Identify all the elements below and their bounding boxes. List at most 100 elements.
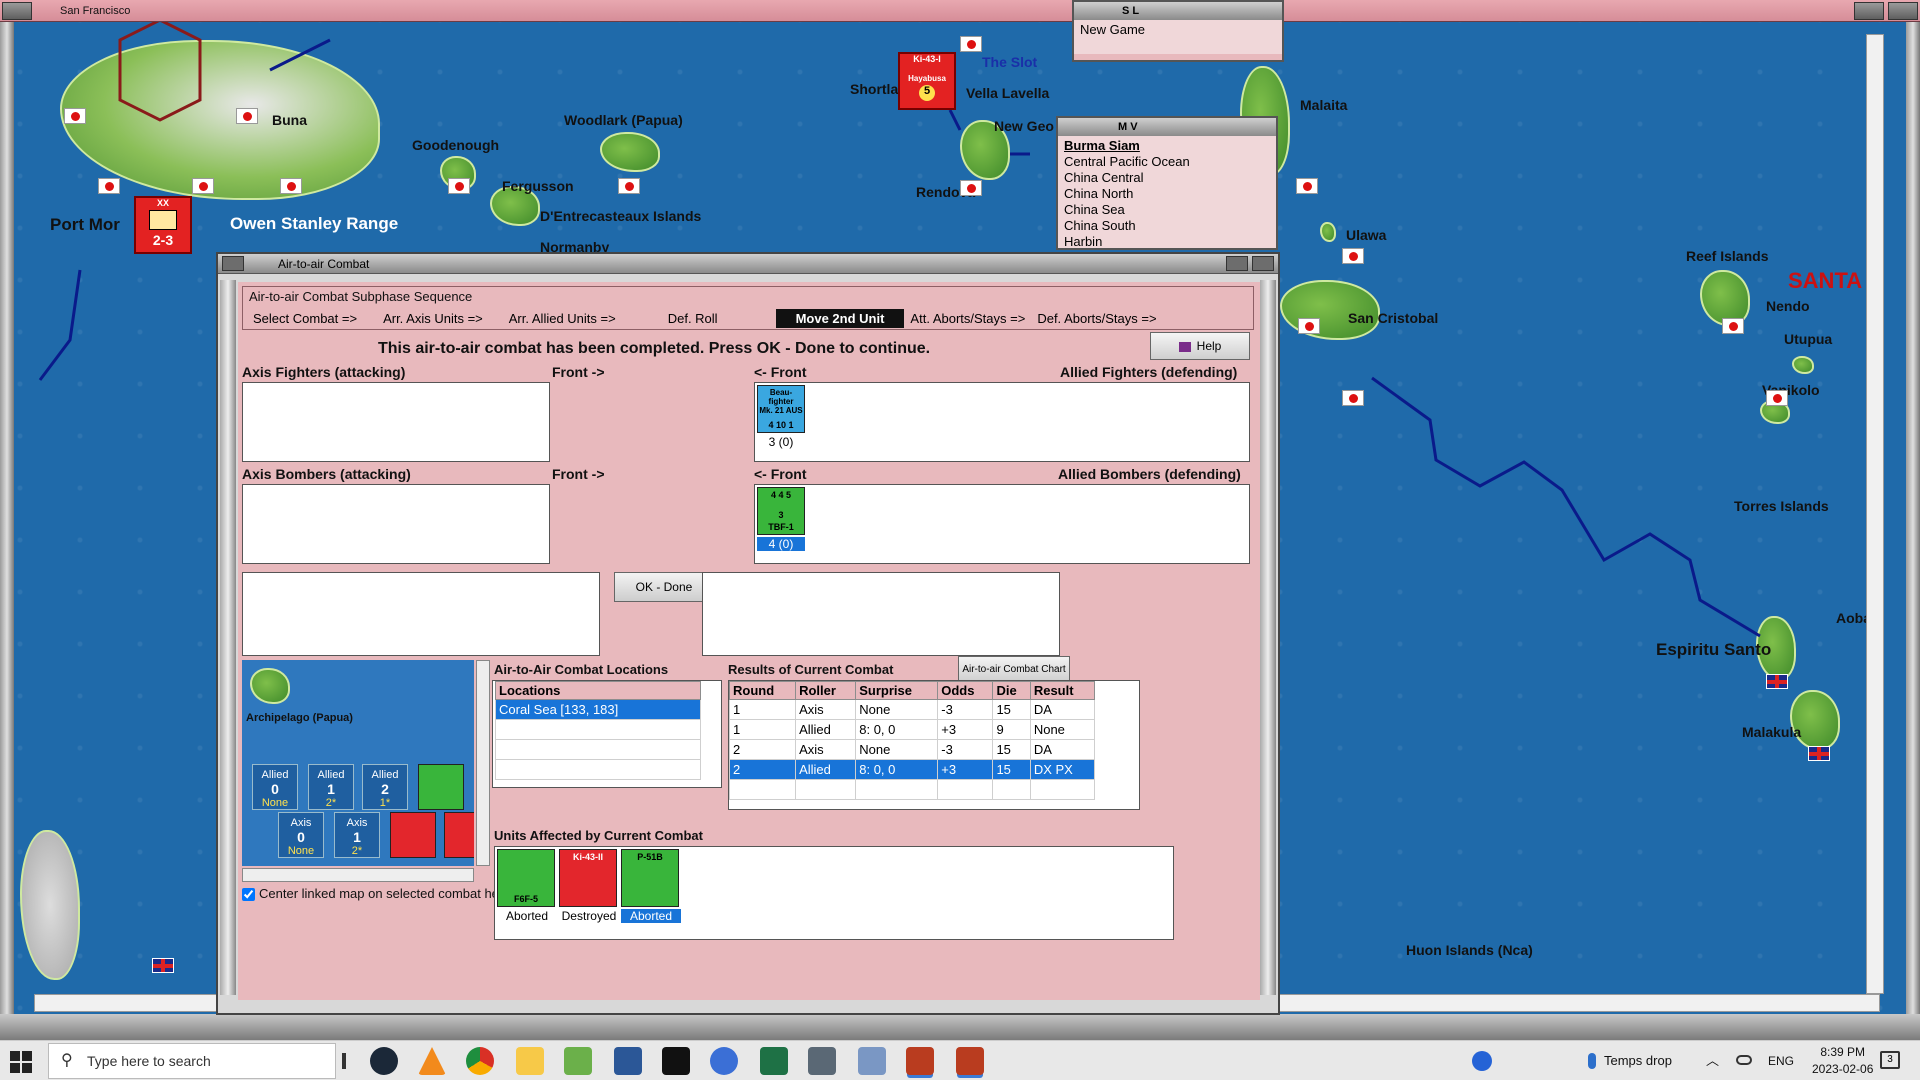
minimap-ship-unit[interactable] bbox=[418, 764, 464, 810]
counter-bottom: 5 bbox=[919, 85, 935, 101]
minimap-horizontal-scrollbar[interactable] bbox=[242, 868, 474, 882]
steam-icon[interactable] bbox=[370, 1047, 398, 1075]
mv-item-central-pacific[interactable]: Central Pacific Ocean bbox=[1064, 154, 1270, 170]
window-control-button[interactable] bbox=[1854, 2, 1884, 20]
ki-43-ii-status: Destroyed bbox=[561, 909, 617, 923]
file-explorer-icon[interactable] bbox=[516, 1047, 544, 1075]
network-icon[interactable] bbox=[1736, 1055, 1752, 1065]
mv-list: Burma Siam Central Pacific Ocean China C… bbox=[1058, 136, 1276, 248]
tbf-1-unit[interactable]: 4 4 5 3 TBF-1 bbox=[757, 487, 805, 535]
ki-43-ii-unit[interactable]: Ki-43-II bbox=[559, 849, 617, 907]
linked-minimap[interactable]: Archipelago (Papua) Allied 0 None Allied… bbox=[242, 660, 474, 866]
media-player-icon[interactable] bbox=[710, 1047, 738, 1075]
location-row[interactable]: Coral Sea [133, 183] bbox=[495, 699, 701, 720]
vlc-icon[interactable] bbox=[418, 1047, 446, 1075]
results-list[interactable]: Round Roller Surprise Odds Die Result 1 … bbox=[728, 680, 1140, 810]
jp-flag-icon bbox=[236, 108, 258, 124]
chrome-icon[interactable] bbox=[466, 1047, 494, 1075]
netflix-icon[interactable] bbox=[662, 1047, 690, 1075]
count-value: 1 bbox=[327, 781, 335, 797]
allied-count-1: Allied 1 2* bbox=[308, 764, 354, 810]
result-empty-row bbox=[729, 779, 1096, 800]
axis-bombers-box[interactable] bbox=[242, 484, 550, 564]
dialog-menu-button[interactable] bbox=[222, 256, 244, 271]
minimap-sub-unit[interactable] bbox=[390, 812, 436, 858]
allied-bombers-label: Allied Bombers (defending) bbox=[1058, 466, 1241, 482]
army-counter[interactable]: XX 2-3 bbox=[134, 196, 192, 254]
mv-item-china-sea[interactable]: China Sea bbox=[1064, 202, 1270, 218]
weather-icon[interactable] bbox=[1588, 1053, 1596, 1069]
cell: +3 bbox=[937, 759, 994, 780]
map-vertical-scrollbar[interactable] bbox=[1866, 34, 1884, 994]
cell: 9 bbox=[992, 719, 1031, 740]
locations-list[interactable]: Locations Coral Sea [133, 183] bbox=[492, 680, 722, 788]
aircraft-counter[interactable]: Ki-43-I Hayabusa 5 bbox=[898, 52, 956, 110]
mv-item-china-central[interactable]: China Central bbox=[1064, 170, 1270, 186]
result-row[interactable]: 1 Allied 8: 0, 0 +3 9 None bbox=[729, 719, 1096, 740]
task-view-icon[interactable] bbox=[342, 1053, 346, 1069]
axis-fighters-box[interactable] bbox=[242, 382, 550, 462]
allied-count-2: Allied 2 1* bbox=[362, 764, 408, 810]
sl-item-new-game[interactable]: New Game bbox=[1080, 22, 1276, 38]
cell: DA bbox=[1029, 699, 1096, 720]
system-menu-button[interactable] bbox=[2, 2, 32, 20]
center-map-checkbox[interactable] bbox=[242, 888, 255, 902]
affected-units-box[interactable]: F6F-5 Aborted Ki-43-II Destroyed P-51B A… bbox=[494, 846, 1174, 940]
help-circle-icon[interactable] bbox=[1472, 1051, 1492, 1071]
count-value: 0 bbox=[297, 829, 305, 845]
mv-item-china-south[interactable]: China South bbox=[1064, 218, 1270, 234]
cell: 15 bbox=[992, 759, 1031, 780]
word-icon[interactable] bbox=[614, 1047, 642, 1075]
counter-top: Ki-43-I bbox=[913, 54, 941, 64]
sequence-steps: Select Combat => Arr. Axis Units => Arr.… bbox=[243, 309, 1255, 328]
weather-text[interactable]: Temps drop bbox=[1604, 1041, 1672, 1080]
game-app-icon[interactable] bbox=[906, 1047, 934, 1075]
window-app-icon[interactable] bbox=[858, 1047, 886, 1075]
dialog-close-button[interactable] bbox=[1252, 256, 1274, 271]
allied-fighters-box[interactable]: Beau-fighter Mk. 21 AUS 4 10 1 3 (0) bbox=[754, 382, 1250, 462]
notepad-icon[interactable] bbox=[564, 1047, 592, 1075]
window-close-button[interactable] bbox=[1888, 2, 1918, 20]
cell: 8: 0, 0 bbox=[855, 759, 939, 780]
game-app-icon-2[interactable] bbox=[956, 1047, 984, 1075]
uk-flag-icon bbox=[1766, 674, 1788, 689]
result-row[interactable]: 2 Axis None -3 15 DA bbox=[729, 739, 1096, 760]
allied-bombers-box[interactable]: 4 4 5 3 TBF-1 4 (0) bbox=[754, 484, 1250, 564]
step-move-2nd-unit: Move 2nd Unit bbox=[775, 309, 905, 328]
count-extra: 1* bbox=[379, 797, 391, 809]
mv-item-burma-siam[interactable]: Burma Siam bbox=[1064, 138, 1270, 154]
notification-icon[interactable]: 3 bbox=[1880, 1051, 1900, 1069]
location-empty-row bbox=[495, 759, 701, 780]
step-arr-allied: Arr. Allied Units => bbox=[508, 311, 616, 326]
place-huon: Huon Islands (Nca) bbox=[1406, 942, 1533, 958]
minimap-air-unit[interactable] bbox=[444, 812, 474, 858]
windows-start-icon[interactable] bbox=[10, 1051, 32, 1073]
center-map-checkbox-row[interactable]: Center linked map on selected combat hex bbox=[242, 886, 505, 902]
p-51b-unit[interactable]: P-51B bbox=[621, 849, 679, 907]
cell: 15 bbox=[992, 699, 1031, 720]
ok-done-button[interactable]: OK - Done bbox=[614, 572, 714, 602]
calculator-icon[interactable] bbox=[808, 1047, 836, 1075]
result-row[interactable]: 1 Axis None -3 15 DA bbox=[729, 699, 1096, 720]
mv-item-harbin[interactable]: Harbin bbox=[1064, 234, 1270, 248]
help-button[interactable]: Help bbox=[1150, 332, 1250, 360]
f6f-5-unit[interactable]: F6F-5 bbox=[497, 849, 555, 907]
language-indicator[interactable]: ENG bbox=[1768, 1041, 1794, 1080]
place-utupua: Utupua bbox=[1784, 331, 1833, 347]
minimap-vertical-scrollbar[interactable] bbox=[476, 660, 490, 866]
place-owen-stanley: Owen Stanley Range bbox=[230, 214, 399, 233]
taskbar-clock[interactable]: 8:39 PM 2023-02-06 bbox=[1812, 1044, 1873, 1078]
dialog-minimize-button[interactable] bbox=[1226, 256, 1248, 271]
minimap-land bbox=[250, 668, 290, 704]
step-att-aborts: Att. Aborts/Stays => bbox=[910, 311, 1026, 326]
mv-window[interactable]: M V Burma Siam Central Pacific Ocean Chi… bbox=[1056, 116, 1278, 250]
excel-icon[interactable] bbox=[760, 1047, 788, 1075]
sl-window[interactable]: S L New Game bbox=[1072, 0, 1284, 62]
unit-type: P-51B bbox=[637, 852, 663, 862]
count-name: Allied bbox=[317, 769, 345, 781]
mv-item-china-north[interactable]: China North bbox=[1064, 186, 1270, 202]
tray-chevron-icon[interactable]: ︿ bbox=[1706, 1041, 1719, 1080]
result-row-selected[interactable]: 2 Allied 8: 0, 0 +3 15 DX PX bbox=[729, 759, 1096, 780]
beaufighter-unit[interactable]: Beau-fighter Mk. 21 AUS 4 10 1 bbox=[757, 385, 805, 433]
taskbar-search-input[interactable]: Type here to search bbox=[48, 1043, 336, 1079]
